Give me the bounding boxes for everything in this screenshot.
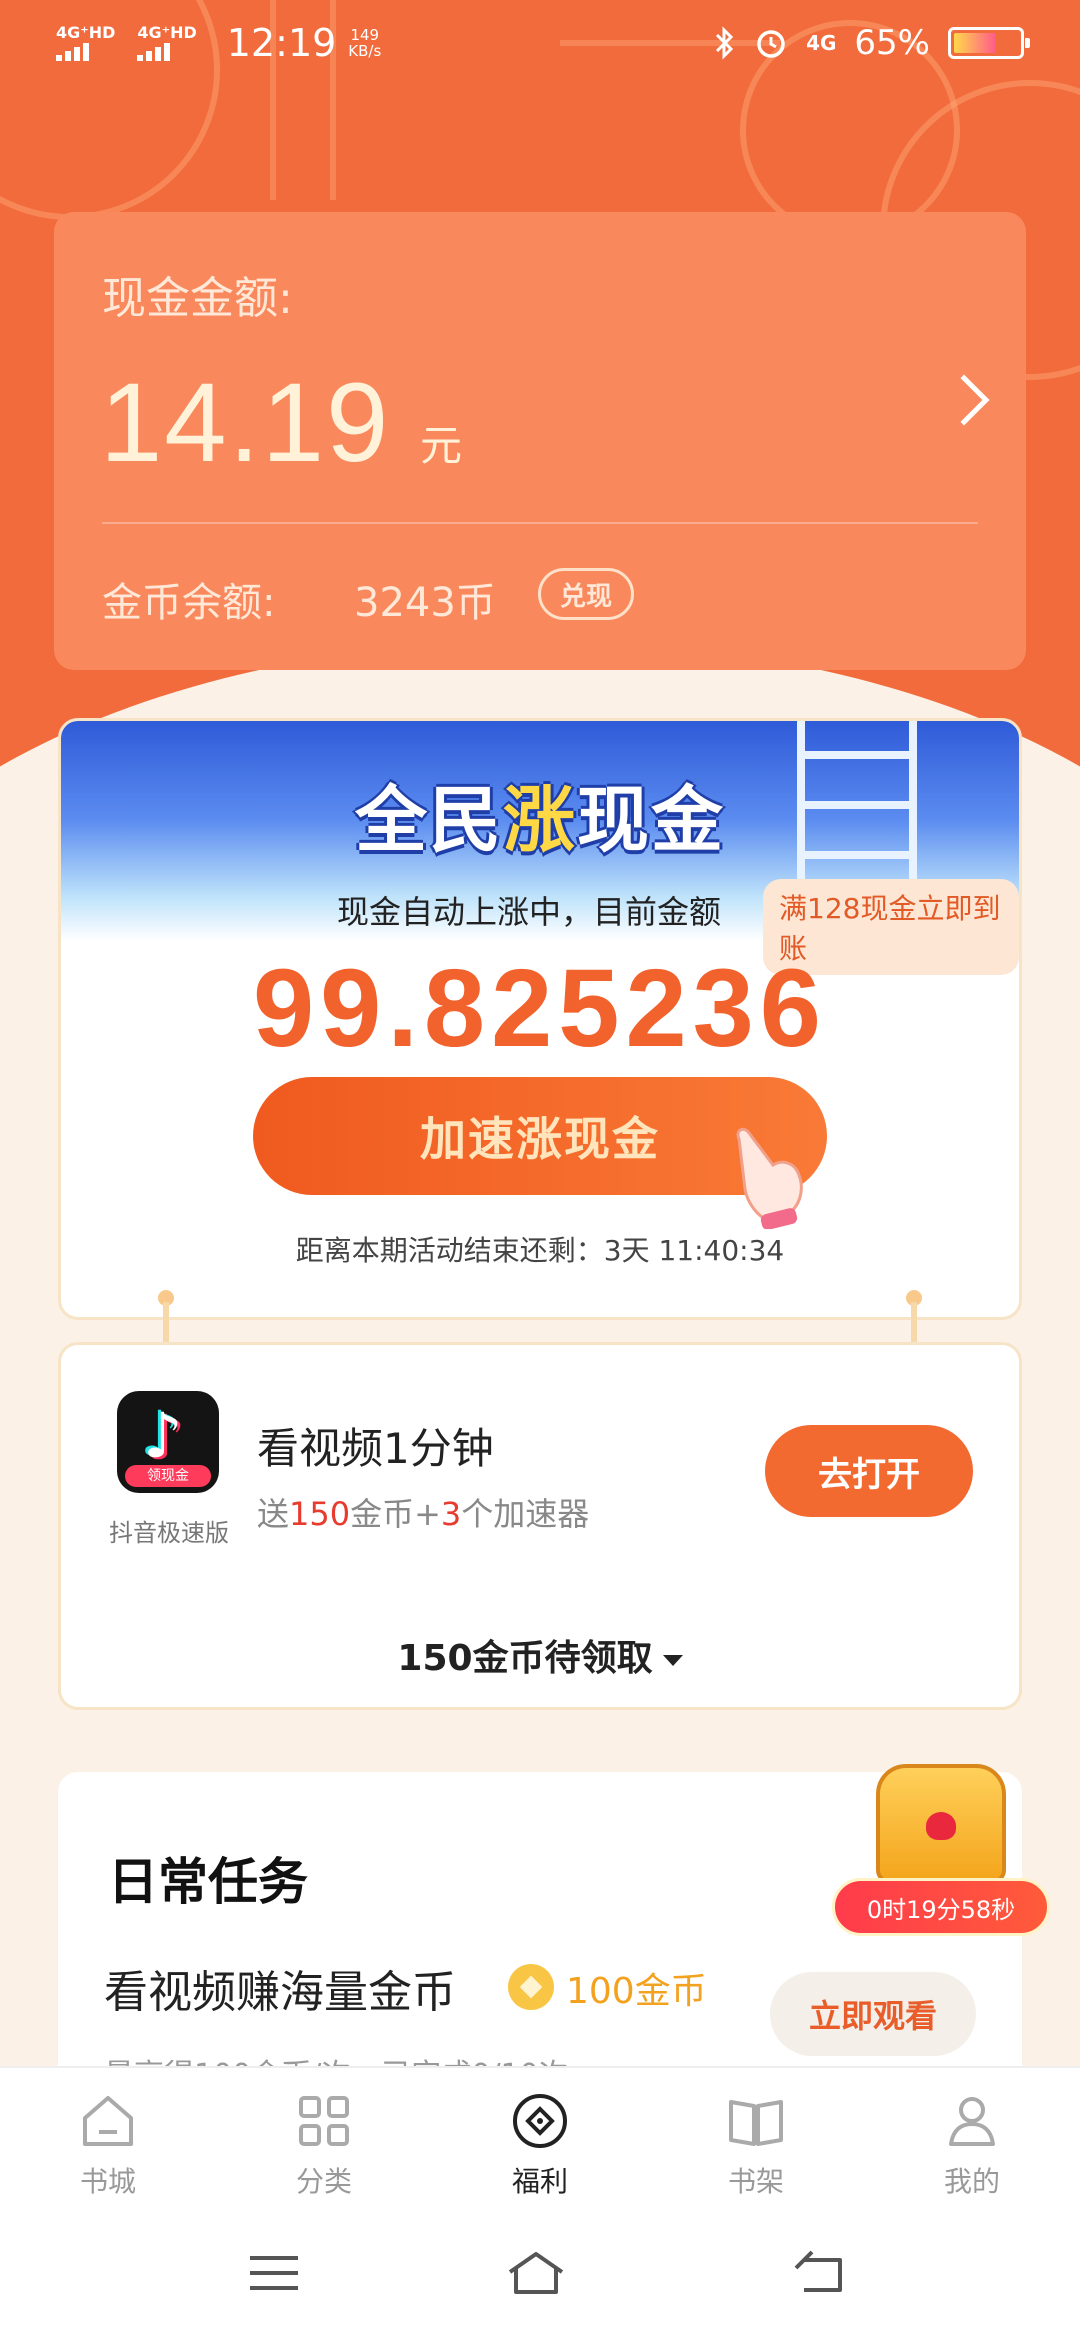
promo-amount: 99.825236	[253, 947, 827, 1070]
bluetooth-icon	[716, 26, 734, 60]
promo-subtitle: 现金自动上涨中，目前金额	[337, 893, 722, 931]
nav-item-profile[interactable]: 我的	[864, 2068, 1080, 2202]
douyin-app-icon[interactable]: ♪ 领现金	[117, 1391, 219, 1493]
cash-unit: 元	[420, 421, 463, 470]
status-time: 12:19	[226, 21, 337, 65]
book-icon	[729, 2100, 783, 2146]
open-app-button[interactable]: 去打开	[765, 1425, 973, 1517]
daily-item-title: 看视频赚海量金币	[104, 1967, 456, 2018]
caret-down-icon	[662, 1654, 683, 1666]
menu-icon[interactable]	[242, 2250, 306, 2296]
chevron-right-icon[interactable]	[938, 374, 990, 426]
coin-value: 3243币	[354, 580, 496, 626]
pointing-hand-icon	[736, 1127, 803, 1229]
promo-title: 全民涨现金	[354, 778, 726, 862]
home-icon	[83, 2096, 133, 2146]
bottom-nav: 书城 分类 福利 书架 我的	[0, 2066, 1080, 2202]
welfare-icon	[513, 2094, 567, 2148]
cash-amount: 14.19	[100, 360, 391, 485]
nav-item-welfare[interactable]: 福利	[432, 2068, 648, 2202]
user-icon	[949, 2097, 995, 2146]
system-navigation-bar	[0, 2202, 1080, 2340]
chest-timer: 0时19分58秒	[832, 1878, 1050, 1936]
balance-card[interactable]: 现金金额: 14.19 元 金币余额: 3243币 兑现	[54, 212, 1026, 670]
coin-icon	[508, 1964, 554, 2010]
app-task-card: ♪ 领现金 抖音极速版 看视频1分钟 送150金币+3个加速器 去打开 150金…	[58, 1342, 1022, 1710]
nav-item-category[interactable]: 分类	[216, 2068, 432, 2202]
promo-countdown: 距离本期活动结束还剩：3天 11:40:34	[295, 1234, 785, 1267]
exchange-button[interactable]: 兑现	[538, 568, 634, 620]
battery-icon	[948, 27, 1030, 59]
cash-label: 现金金额:	[102, 273, 293, 324]
watch-now-button[interactable]: 立即观看	[770, 1972, 976, 2056]
signal-2-icon: 4G⁺HD	[137, 25, 197, 61]
daily-tasks-title: 日常任务	[108, 1853, 308, 1911]
nav-item-bookstore[interactable]: 书城	[0, 2068, 216, 2202]
divider	[102, 522, 978, 524]
grid-icon	[299, 2096, 349, 2146]
pending-coins-toggle[interactable]: 150金币待领取	[61, 1629, 1019, 1681]
app-name: 抖音极速版	[109, 1519, 229, 1547]
nav-item-bookshelf[interactable]: 书架	[648, 2068, 864, 2202]
home-button-icon[interactable]	[504, 2250, 568, 2296]
coin-label: 金币余额:	[102, 580, 276, 626]
task-title: 看视频1分钟	[257, 1424, 494, 1473]
heart-icon	[926, 1812, 956, 1840]
status-bar: 4G⁺HD 4G⁺HD 12:19 149 KB/s 4G 65%	[0, 0, 1080, 86]
task-reward: 送150金币+3个加速器	[257, 1495, 590, 1533]
daily-item-reward: 100金币	[566, 1971, 707, 2012]
battery-percent: 65%	[854, 23, 930, 63]
data-type-icon: 4G	[806, 31, 837, 55]
back-icon[interactable]	[790, 2250, 854, 2296]
cash-rise-promo-card: 全民涨现金 现金自动上涨中，目前金额 满128现金立即到账 99.825236 …	[58, 718, 1022, 1320]
network-speed: 149 KB/s	[348, 26, 382, 60]
treasure-chest[interactable]: 0时19分58秒	[832, 1750, 1050, 1940]
signal-1-icon: 4G⁺HD	[56, 25, 115, 61]
alarm-icon	[757, 30, 785, 58]
